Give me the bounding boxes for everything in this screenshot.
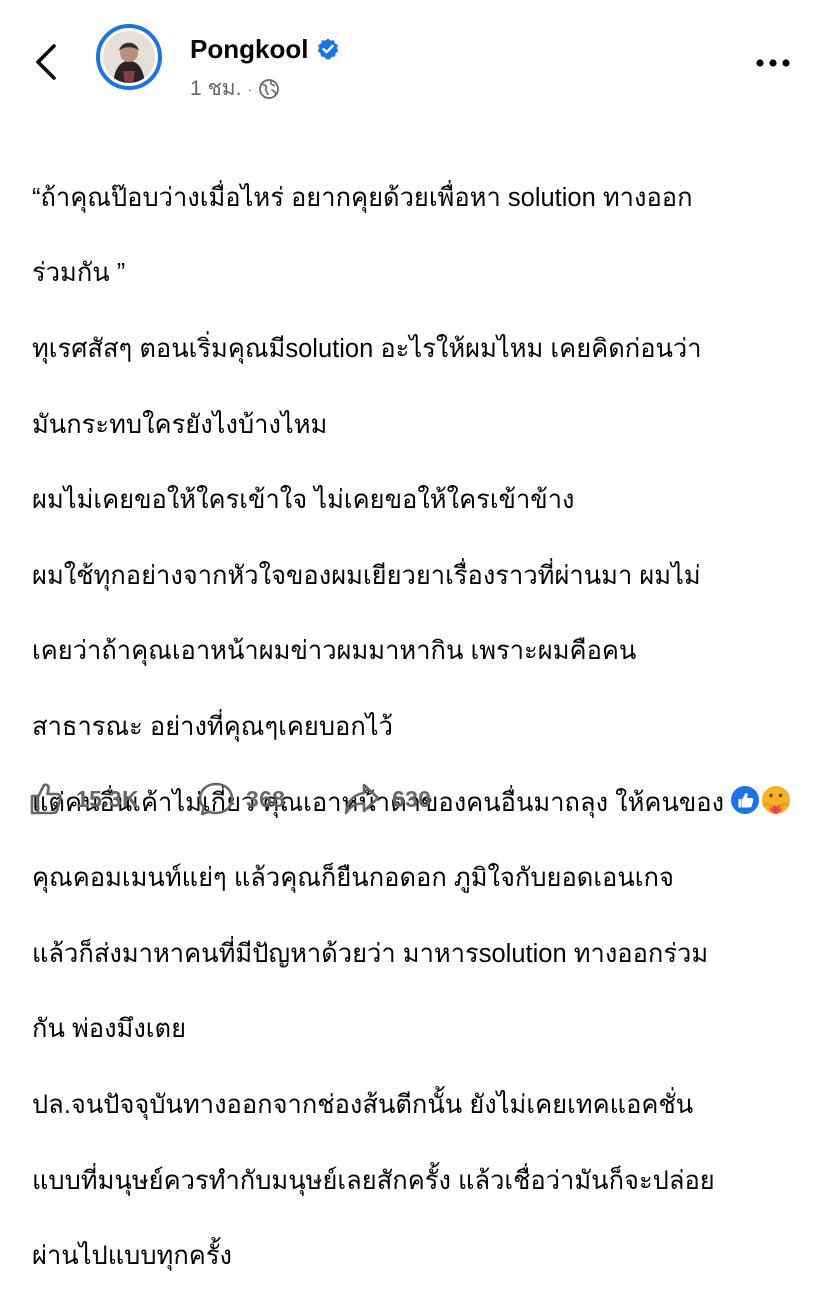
comment-button[interactable]: 368 [196,776,285,822]
back-button[interactable] [30,40,62,84]
post-time[interactable]: 1 ชม. [190,72,241,105]
reactions-icons [729,784,792,816]
avatar-image [103,31,155,83]
care-reaction-icon [760,784,792,816]
like-reaction-icon [729,784,761,816]
post-line: “ถ้าคุณป๊อบว่างเมื่อไหร่ อยากคุยด้วยเพื่… [32,183,693,212]
like-count: 15.3K [76,785,139,812]
post-line: แล้วก็ส่งมาหาคนที่มีปัญหาด้วยว่า มาหารso… [32,939,709,968]
share-button[interactable]: 630 [342,776,431,822]
post-line: ปล.จนปัจจุบันทางออกจากช่องส้นตีกนั้น ยัง… [32,1090,694,1119]
post-line: กัน พ่องมึงเตย [32,1015,187,1044]
post-header: Pongkool 1 ชม. · [0,0,820,115]
post-meta: 1 ชม. · [190,72,280,105]
post-line: มันกระทบใครยังไงบ้างไหม [32,410,328,439]
more-horizontal-icon [756,59,790,67]
comment-count: 368 [246,785,286,812]
post-line: ทุเรศสัสๆ ตอนเริ่มคุณมีsolution อะไรให้ผ… [32,334,702,363]
post-line: เคยว่าถ้าคุณเอาหน้าผมข่าวผมมาหากิน เพราะ… [32,637,637,666]
action-bar: 15.3K 368 630 [0,776,820,822]
author-name[interactable]: Pongkool [190,34,308,65]
thumbs-up-icon [30,783,62,815]
share-count: 630 [392,785,432,812]
post-line: แบบที่มนุษย์ควรทำกับมนุษย์เลยสักครั้ง แล… [32,1166,715,1195]
avatar[interactable] [96,24,162,90]
comment-bubble-icon [198,782,234,816]
like-button[interactable]: 15.3K [26,776,139,822]
meta-separator: · [247,80,253,97]
globe-icon [259,78,280,99]
post-line: ผมใช้ทุกอย่างจากหัวใจของผมเยียวยาเรื่องร… [32,561,701,590]
post-line: ผ่านไปแบบทุกครั้ง [32,1242,232,1271]
share-arrow-icon [344,783,380,815]
post-line: ผมไม่เคยขอให้ใครเข้าใจ ไม่เคยขอให้ใครเข้… [32,486,575,515]
reaction-summary[interactable] [728,783,800,817]
post-line: สาธารณะ อย่างที่คุณๆเคยบอกไว้ [32,712,393,741]
author-row: Pongkool [190,33,340,65]
chevron-left-icon [36,44,56,80]
verified-badge-icon [318,38,339,60]
post-text: “ถ้าคุณป๊อบว่างเมื่อไหร่ อยากคุยด้วยเพื่… [32,142,802,1314]
post-line: คุณคอมเมนท์แย่ๆ แล้วคุณก็ยืนกอดอก ภูมิใจ… [32,864,674,893]
post-line: ร่วมกัน ” [32,259,126,288]
avatar-photo-icon [103,31,155,83]
more-options-button[interactable] [752,48,794,78]
